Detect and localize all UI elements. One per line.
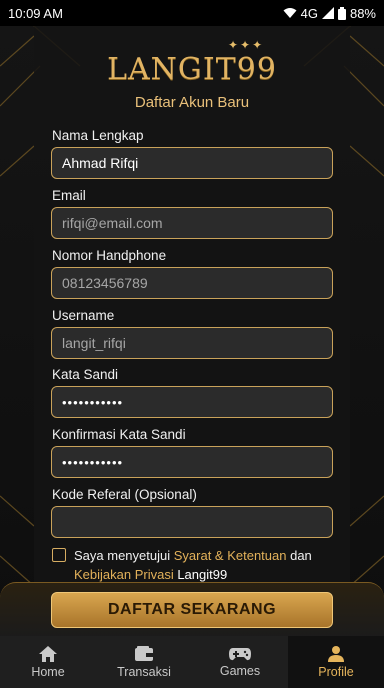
brand-logo: LANGIT99 bbox=[107, 52, 277, 87]
email-label: Email bbox=[52, 188, 86, 203]
privacy-link[interactable]: Kebijakan Privasi bbox=[74, 567, 174, 582]
battery-level: 88% bbox=[349, 5, 376, 21]
wallet-icon bbox=[135, 646, 153, 661]
password-label: Kata Sandi bbox=[52, 367, 119, 382]
status-bar: 10:09 AM 4G 88% bbox=[0, 0, 384, 26]
email-input[interactable]: rifqi@email.com bbox=[51, 207, 333, 239]
full-name-label: Nama Lengkap bbox=[52, 128, 144, 143]
confirm-password-input[interactable]: ••••••••••• bbox=[51, 446, 333, 478]
password-input[interactable]: ••••••••••• bbox=[51, 386, 333, 418]
tab-home[interactable]: Home bbox=[0, 636, 96, 688]
gamepad-icon bbox=[229, 648, 251, 661]
username-input[interactable]: langit_rifqi bbox=[51, 327, 333, 359]
sparkle-icons: ✦✦✦ bbox=[228, 38, 265, 52]
wifi-icon bbox=[283, 8, 297, 18]
home-icon bbox=[39, 646, 57, 662]
tab-profile[interactable]: Profile bbox=[288, 636, 384, 688]
register-button[interactable]: DAFTAR SEKARANG bbox=[51, 592, 333, 628]
tab-games[interactable]: Games bbox=[192, 636, 288, 688]
bottom-tab-bar: Home Transaksi Games Profile bbox=[0, 636, 384, 688]
profile-icon bbox=[328, 646, 344, 662]
username-label: Username bbox=[52, 308, 115, 323]
referral-input[interactable] bbox=[51, 506, 333, 538]
signal-icon bbox=[321, 7, 334, 19]
full-name-input[interactable]: Ahmad Rifqi bbox=[51, 147, 333, 179]
agreement-checkbox[interactable] bbox=[52, 548, 66, 562]
terms-link[interactable]: Syarat & Ketentuan bbox=[174, 548, 287, 563]
tab-transaksi[interactable]: Transaksi bbox=[96, 636, 192, 688]
phone-label: Nomor Handphone bbox=[52, 248, 167, 263]
status-time: 10:09 AM bbox=[8, 5, 63, 21]
network-type: 4G bbox=[300, 5, 318, 21]
referral-label: Kode Referal (Opsional) bbox=[52, 487, 197, 502]
confirm-password-label: Konfirmasi Kata Sandi bbox=[52, 427, 186, 442]
phone-input[interactable]: 08123456789 bbox=[51, 267, 333, 299]
agreement-text: Saya menyetujui Syarat & Ketentuan dan bbox=[74, 548, 312, 563]
page-title: Daftar Akun Baru bbox=[134, 94, 250, 111]
battery-icon bbox=[337, 6, 346, 20]
